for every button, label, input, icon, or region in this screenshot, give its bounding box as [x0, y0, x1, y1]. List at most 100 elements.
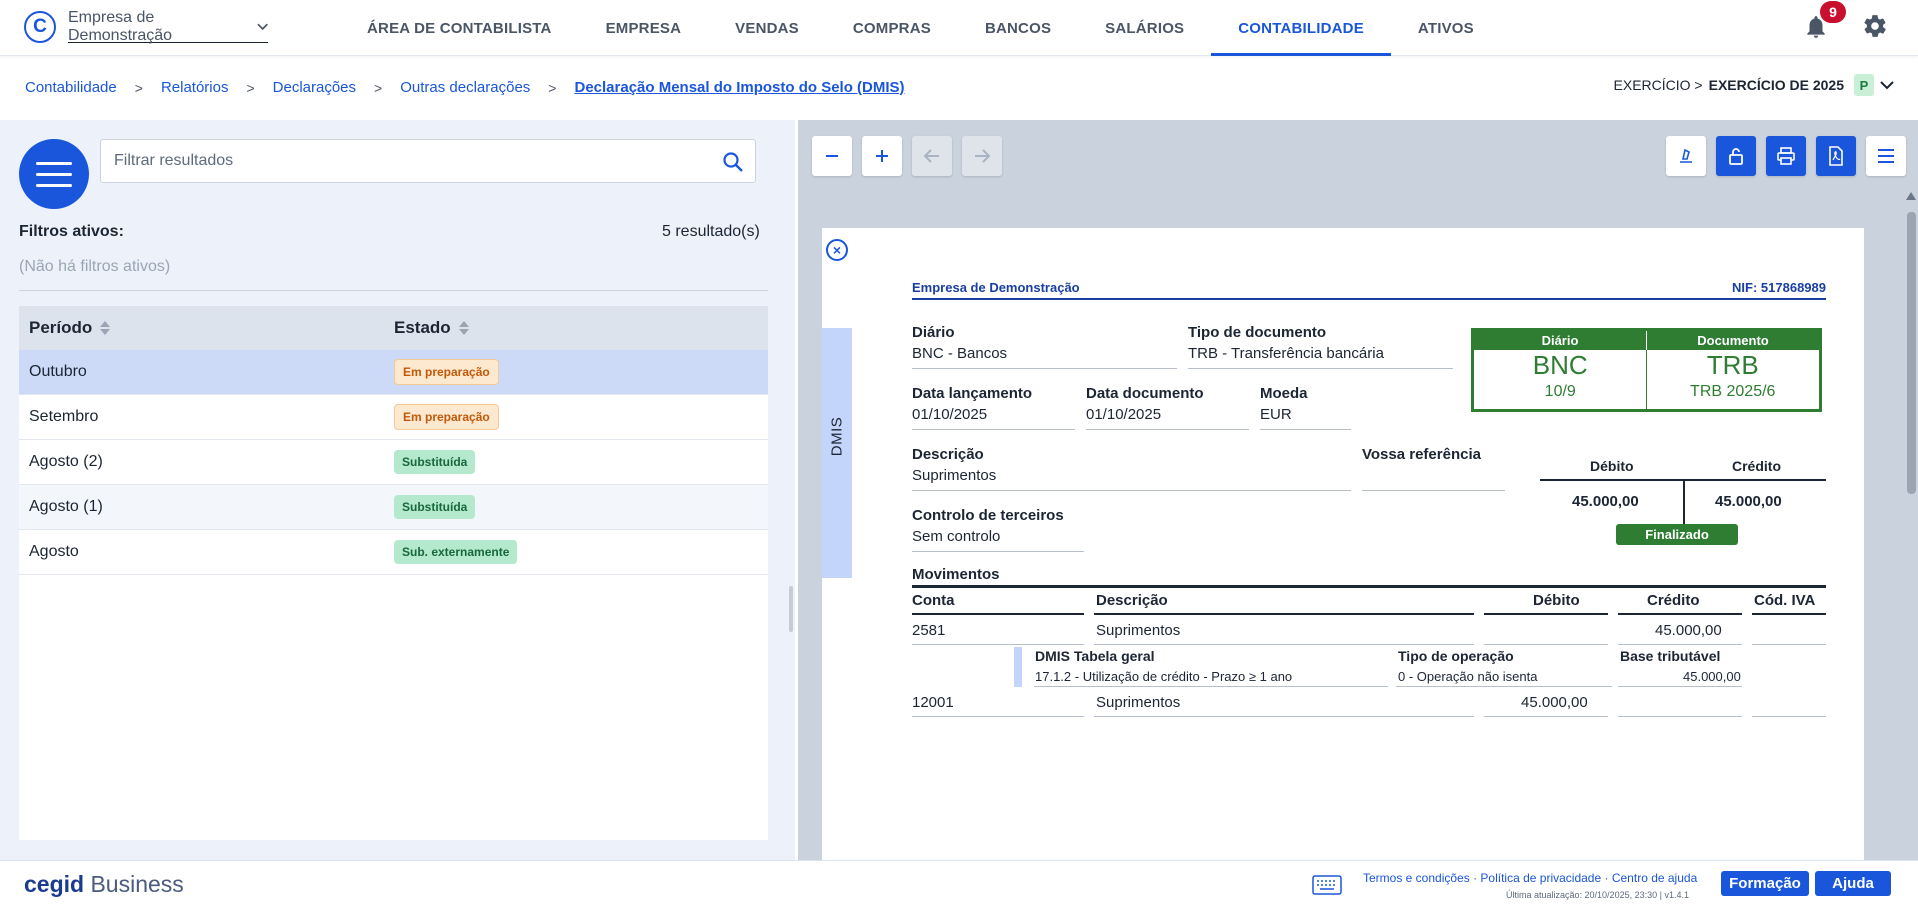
next-page-button[interactable]: [962, 136, 1002, 176]
status-badge: Finalizado: [1616, 524, 1738, 545]
export-pdf-button[interactable]: [1816, 136, 1856, 176]
vossa-referencia-label: Vossa referência: [1362, 446, 1481, 463]
dmis-side-tab[interactable]: DMIS: [822, 328, 852, 578]
status-badge: Em preparação: [394, 359, 499, 385]
nav-area-contabilista[interactable]: ÁREA DE CONTABILISTA: [340, 0, 579, 56]
column-header-estado[interactable]: Estado: [394, 318, 469, 338]
scrollbar-thumb[interactable]: [1907, 212, 1916, 494]
box-diario-number: 10/9: [1544, 383, 1576, 400]
options-menu-button[interactable]: [1866, 136, 1906, 176]
nav-contabilidade[interactable]: CONTABILIDADE: [1211, 0, 1391, 56]
search-icon[interactable]: [721, 150, 745, 174]
results-panel: Filtrar resultados Filtros ativos: 5 res…: [0, 120, 795, 860]
zoom-out-button[interactable]: [812, 136, 852, 176]
document-viewer: DMIS × Empresa de Demonstração NIF: 5178…: [798, 120, 1918, 868]
nav-empresa[interactable]: EMPRESA: [579, 0, 709, 56]
chevron-down-icon: [257, 23, 268, 31]
dmis-tabela-value: 17.1.2 - Utilização de crédito - Prazo ≥…: [1035, 669, 1293, 684]
filter-input[interactable]: Filtrar resultados: [100, 139, 756, 183]
previous-page-button[interactable]: [912, 136, 952, 176]
col-descricao-header: Descrição: [1096, 592, 1168, 609]
brand-logo: cegid Business: [24, 871, 184, 897]
signature-icon: [1680, 148, 1692, 163]
base-tributavel-value: 45.000,00: [1683, 669, 1741, 684]
notification-badge: 9: [1820, 1, 1846, 23]
ajuda-button[interactable]: Ajuda: [1815, 871, 1891, 896]
nif: NIF: 517868989: [1732, 280, 1826, 295]
sort-icon: [458, 321, 469, 335]
filter-placeholder: Filtrar resultados: [114, 152, 234, 169]
unlock-icon: [1729, 148, 1743, 165]
period-cell: Setembro: [29, 408, 99, 425]
box-documento-number: TRB 2025/6: [1690, 383, 1776, 400]
column-label: Período: [29, 318, 93, 337]
breadcrumb-declaracoes[interactable]: Declarações: [273, 79, 356, 96]
totals-credito-value: 45.000,00: [1715, 493, 1782, 510]
exercise-value: EXERCÍCIO DE 2025: [1708, 77, 1844, 93]
formacao-button[interactable]: Formação: [1721, 871, 1809, 896]
results-count: 5 resultado(s): [662, 223, 760, 240]
terms-link[interactable]: Termos e condições: [1363, 871, 1470, 885]
table-row[interactable]: Agosto (1) Substituída: [19, 485, 768, 530]
side-tab-label: DMIS: [828, 416, 846, 457]
footer: cegid Business Termos e condições · Polí…: [0, 860, 1918, 908]
document-scrollbar[interactable]: [1904, 192, 1918, 860]
keyboard-icon[interactable]: [1312, 875, 1342, 895]
breadcrumb-relatorios[interactable]: Relatórios: [161, 79, 229, 96]
scroll-up-arrow[interactable]: [1906, 192, 1916, 200]
zoom-in-button[interactable]: [862, 136, 902, 176]
footer-links: Termos e condições · Política de privaci…: [1363, 871, 1698, 885]
exercise-selector[interactable]: EXERCÍCIO > EXERCÍCIO DE 2025 P: [1614, 74, 1894, 96]
exercise-prefix: EXERCÍCIO >: [1613, 77, 1703, 93]
data-documento-label: Data documento: [1086, 385, 1204, 402]
unlock-button[interactable]: [1716, 136, 1756, 176]
table-row[interactable]: Setembro Em preparação: [19, 395, 768, 440]
row2-conta: 12001: [912, 694, 954, 711]
col-debito-header: Débito: [1533, 592, 1580, 609]
breadcrumb-outras-declaracoes[interactable]: Outras declarações: [400, 79, 530, 96]
nav-bancos[interactable]: BANCOS: [958, 0, 1078, 56]
app-logo[interactable]: C: [24, 11, 56, 43]
breadcrumb-separator: >: [246, 79, 255, 96]
nav-salarios[interactable]: SALÁRIOS: [1078, 0, 1211, 56]
print-button[interactable]: [1766, 136, 1806, 176]
controlo-terceiros-label: Controlo de terceiros: [912, 507, 1064, 524]
totals-credito-header: Crédito: [1732, 458, 1781, 474]
table-header: Período Estado: [19, 306, 768, 350]
row1-descricao: Suprimentos: [1096, 622, 1181, 639]
diario-value: BNC - Bancos: [912, 345, 1177, 369]
hamburger-icon: [1878, 149, 1894, 163]
table-row[interactable]: Agosto Sub. externamente: [19, 530, 768, 575]
box-diario-header: Diário: [1474, 331, 1647, 350]
results-table: Período Estado Outubro Em preparação Set…: [19, 306, 768, 840]
close-icon[interactable]: ×: [826, 239, 848, 261]
company-selector[interactable]: Empresa de Demonstração: [68, 9, 268, 44]
data-lancamento-value: 01/10/2025: [912, 406, 1075, 430]
journal-document-box: Diário Documento BNC TRB 10/9 TRB 2025/6: [1471, 328, 1822, 412]
column-label: Estado: [394, 318, 451, 337]
nav-vendas[interactable]: VENDAS: [708, 0, 826, 56]
table-row[interactable]: Outubro Em preparação: [19, 350, 768, 395]
gear-icon[interactable]: [1862, 13, 1888, 39]
no-filters-text: (Não há filtros ativos): [19, 258, 171, 275]
controlo-terceiros-value: Sem controlo: [912, 528, 1084, 552]
tipo-documento-label: Tipo de documento: [1188, 324, 1327, 341]
breadcrumb-contabilidade[interactable]: Contabilidade: [25, 79, 117, 96]
column-header-periodo[interactable]: Período: [19, 318, 394, 338]
vossa-referencia-value: [1362, 467, 1505, 491]
menu-button[interactable]: [19, 139, 89, 209]
privacy-link[interactable]: Política de privacidade: [1480, 871, 1601, 885]
nav-compras[interactable]: COMPRAS: [826, 0, 958, 56]
dmis-tabela-header: DMIS Tabela geral: [1035, 648, 1155, 664]
help-center-link[interactable]: Centro de ajuda: [1612, 871, 1697, 885]
chevron-down-icon: [1880, 80, 1894, 89]
arrow-left-icon: [923, 149, 939, 163]
sign-button[interactable]: [1666, 136, 1706, 176]
breadcrumb-current-page[interactable]: Declaração Mensal do Imposto do Selo (DM…: [574, 79, 904, 96]
base-tributavel-header: Base tributável: [1620, 648, 1721, 664]
col-credito-header: Crédito: [1647, 592, 1700, 609]
panel-resize-handle[interactable]: [789, 586, 793, 632]
nav-ativos[interactable]: ATIVOS: [1391, 0, 1501, 56]
active-filters-label: Filtros ativos:: [19, 223, 124, 240]
table-row[interactable]: Agosto (2) Substituída: [19, 440, 768, 485]
